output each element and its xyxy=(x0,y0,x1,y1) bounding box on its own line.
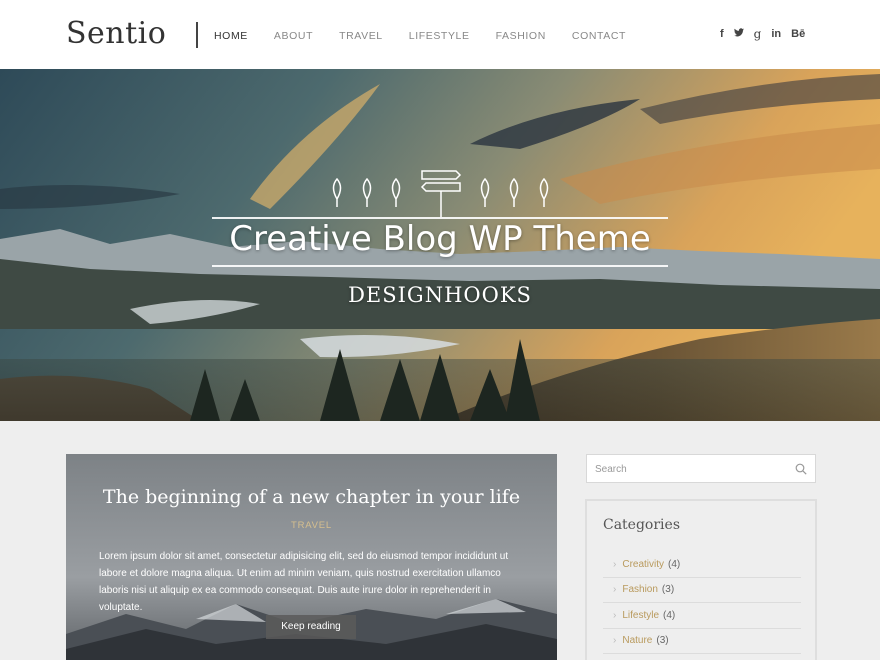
site-header: Sentio HOME ABOUT TRAVEL LIFESTYLE FASHI… xyxy=(0,0,880,69)
nav-lifestyle[interactable]: LIFESTYLE xyxy=(409,30,470,42)
categories-widget: Categories › Creativity (4) › Fashion (3… xyxy=(585,499,817,660)
nav-home[interactable]: HOME xyxy=(214,30,248,42)
nav-contact[interactable]: CONTACT xyxy=(572,30,626,42)
hero-banner: Creative Blog WP Theme DESIGNHOOKS xyxy=(0,69,880,421)
search-icon[interactable] xyxy=(795,463,807,475)
category-link[interactable]: Lifestyle xyxy=(622,610,659,621)
signpost-emblem-icon xyxy=(332,170,549,217)
post-category[interactable]: TRAVEL xyxy=(66,520,557,531)
hero-title: Creative Blog WP Theme xyxy=(229,219,651,259)
post-title[interactable]: The beginning of a new chapter in your l… xyxy=(66,486,557,508)
category-count: (3) xyxy=(661,584,675,596)
list-item: › Nature (3) xyxy=(603,629,801,654)
list-item: › Creativity (4) xyxy=(603,552,801,578)
chevron-right-icon: › xyxy=(613,558,617,570)
hero-divider-bottom xyxy=(212,265,668,267)
hero-subtitle: DESIGNHOOKS xyxy=(348,283,532,307)
list-item: › Lifestyle (4) xyxy=(603,603,801,629)
site-logo[interactable]: Sentio xyxy=(66,16,166,51)
category-link[interactable]: Nature xyxy=(622,635,652,646)
googleplus-icon[interactable]: g xyxy=(754,27,762,41)
chevron-right-icon: › xyxy=(613,635,617,647)
chevron-right-icon: › xyxy=(613,609,617,621)
nav-fashion[interactable]: FASHION xyxy=(496,30,546,42)
featured-post-card: The beginning of a new chapter in your l… xyxy=(66,454,557,660)
search-input[interactable] xyxy=(595,461,785,477)
category-count: (4) xyxy=(663,609,676,621)
categories-list: › Creativity (4) › Fashion (3) › Lifesty… xyxy=(603,552,801,654)
facebook-icon[interactable]: f xyxy=(720,28,724,40)
category-count: (3) xyxy=(656,635,669,647)
category-link[interactable]: Creativity xyxy=(622,559,664,570)
categories-title: Categories xyxy=(603,517,680,533)
search-widget xyxy=(586,454,816,483)
list-item: › Fashion (3) xyxy=(603,578,801,603)
nav-travel[interactable]: TRAVEL xyxy=(339,30,383,42)
keep-reading-button[interactable]: Keep reading xyxy=(266,615,356,639)
main-nav: HOME ABOUT TRAVEL LIFESTYLE FASHION CONT… xyxy=(214,30,652,42)
logo-divider xyxy=(196,22,198,48)
nav-about[interactable]: ABOUT xyxy=(274,30,313,42)
post-excerpt: Lorem ipsum dolor sit amet, consectetur … xyxy=(99,551,509,613)
twitter-icon[interactable] xyxy=(733,28,744,40)
category-link[interactable]: Fashion xyxy=(622,584,658,595)
chevron-right-icon: › xyxy=(613,584,617,596)
category-count: (4) xyxy=(668,558,681,570)
linkedin-icon[interactable]: in xyxy=(771,28,781,40)
social-links: f g in Bē xyxy=(720,27,815,41)
behance-icon[interactable]: Bē xyxy=(791,28,805,40)
